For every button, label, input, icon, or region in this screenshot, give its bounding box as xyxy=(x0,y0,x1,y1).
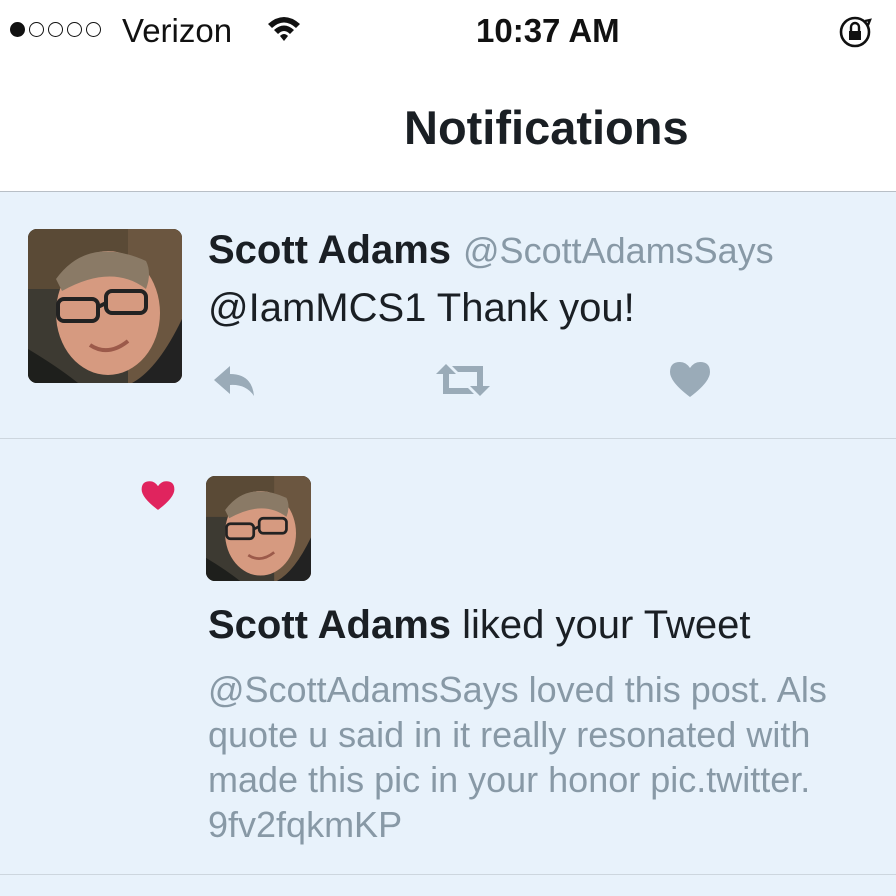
like-icon xyxy=(670,362,710,397)
notification-summary: Scott Adams liked your Tweet xyxy=(208,603,750,648)
signal-dot xyxy=(86,22,101,37)
notification-action-text: liked your Tweet xyxy=(451,603,751,647)
quoted-line: made this pic in your honor pic.twitter. xyxy=(208,759,811,800)
quoted-line: quote u said in it really resonated with xyxy=(208,714,811,755)
like-button[interactable] xyxy=(668,360,728,400)
avatar[interactable] xyxy=(206,476,311,581)
tweet-text: @IamMCS1 Thank you! xyxy=(208,286,635,330)
reply-button[interactable] xyxy=(210,360,270,400)
rotation-lock-icon xyxy=(838,14,874,55)
tweet-header: Scott Adams @ScottAdamsSays xyxy=(208,228,774,273)
quoted-tweet-text[interactable]: @ScottAdamsSays loved this post. Als quo… xyxy=(208,667,896,847)
notifications-feed[interactable]: Scott Adams @ScottAdamsSays @IamMCS1 Than… xyxy=(0,192,896,896)
like-notification[interactable]: Scott Adams liked your Tweet @ScottAdams… xyxy=(0,439,896,875)
signal-dot xyxy=(29,22,44,37)
signal-dot xyxy=(67,22,82,37)
reply-icon xyxy=(214,366,254,396)
carrier-name: Verizon xyxy=(122,12,233,49)
tweet-item[interactable]: Scott Adams @ScottAdamsSays @IamMCS1 Than… xyxy=(0,192,896,439)
display-name[interactable]: Scott Adams xyxy=(208,228,451,272)
retweet-button[interactable] xyxy=(434,360,494,400)
heart-icon xyxy=(140,479,176,518)
user-handle[interactable]: @ScottAdamsSays xyxy=(463,230,774,271)
quoted-line: 9fv2fqkmKP xyxy=(208,804,403,845)
actor-name[interactable]: Scott Adams xyxy=(208,603,451,647)
clock-text: 10:37 AM xyxy=(476,12,620,49)
navigation-bar: Notifications xyxy=(0,64,896,192)
retweet-icon xyxy=(436,364,490,396)
wifi-icon xyxy=(266,14,302,49)
avatar[interactable] xyxy=(28,229,182,383)
page-title: Notifications xyxy=(404,101,689,154)
quoted-line: @ScottAdamsSays loved this post. Als xyxy=(208,669,827,710)
signal-dot xyxy=(48,22,63,37)
signal-dot xyxy=(10,22,25,37)
cell-signal-indicator xyxy=(10,22,101,37)
status-bar: Verizon 10:37 AM xyxy=(0,0,896,64)
